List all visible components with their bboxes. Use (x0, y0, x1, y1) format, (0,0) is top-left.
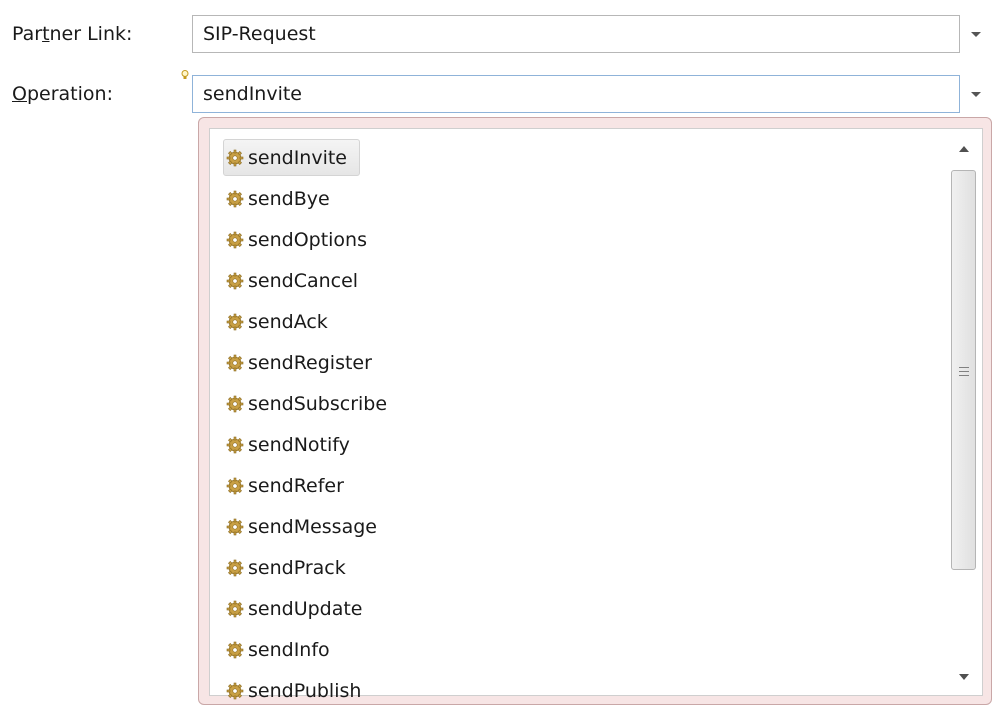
list-item-label: sendOptions (248, 228, 368, 251)
operation-list: sendInvite sendBye sendOptions sendCancel se… (219, 137, 939, 711)
partner-link-combo[interactable]: SIP-Request (192, 15, 960, 53)
list-item[interactable]: sendOptions (219, 219, 939, 260)
list-item-label: sendInfo (248, 638, 330, 661)
list-item-content: sendUpdate (223, 590, 364, 627)
gear-icon (226, 518, 244, 535)
list-item-label: sendMessage (248, 515, 377, 538)
gear-icon (226, 149, 244, 166)
operation-dropdown-popup: sendInvite sendBye sendOptions sendCancel se… (198, 117, 992, 705)
gear-icon (226, 395, 244, 412)
list-item-content: sendOptions (223, 221, 368, 258)
list-item[interactable]: sendPrack (219, 547, 939, 588)
list-item-label: sendRefer (248, 474, 344, 497)
list-item-content: sendPrack (223, 549, 347, 586)
list-item-label: sendInvite (248, 146, 347, 169)
list-item[interactable]: sendUpdate (219, 588, 939, 629)
gear-icon (226, 231, 244, 248)
scroll-down-button[interactable] (946, 661, 982, 693)
list-item-label: sendUpdate (248, 597, 363, 620)
list-item-content: sendBye (223, 180, 331, 217)
arrow-down-icon (959, 674, 969, 680)
operation-value: sendInvite (203, 83, 302, 105)
gear-icon (226, 190, 244, 207)
gear-icon (226, 559, 244, 576)
list-item-content: sendRegister (223, 344, 373, 381)
gear-icon (226, 682, 244, 699)
list-item-label: sendCancel (248, 269, 359, 292)
list-item-content: sendNotify (223, 426, 351, 463)
operation-list-box: sendInvite sendBye sendOptions sendCancel se… (209, 128, 983, 702)
list-item-content: sendInvite (223, 139, 360, 176)
operation-combo[interactable]: sendInvite (192, 75, 960, 113)
grip-icon (959, 367, 969, 379)
list-item[interactable]: sendSubscribe (219, 383, 939, 424)
list-item-content: sendInfo (223, 631, 331, 668)
partner-link-value: SIP-Request (203, 23, 316, 45)
gear-icon (226, 641, 244, 658)
list-item[interactable]: sendInfo (219, 629, 939, 670)
list-item-label: sendRegister (248, 351, 372, 374)
list-item[interactable]: sendRegister (219, 342, 939, 383)
list-item[interactable]: sendAck (219, 301, 939, 342)
partner-link-mnemonic: t (42, 23, 50, 45)
vertical-scrollbar[interactable] (946, 129, 982, 695)
arrow-up-icon (959, 146, 969, 152)
list-item-label: sendNotify (248, 433, 350, 456)
operation-label: Operation: (12, 82, 113, 106)
list-item-label: sendAck (248, 310, 328, 333)
list-item-content: sendAck (223, 303, 329, 340)
partner-link-label: Partner Link: (12, 22, 132, 46)
gear-icon (226, 313, 244, 330)
gear-icon (226, 436, 244, 453)
lightbulb-icon (181, 70, 189, 79)
chevron-down-icon (971, 91, 981, 97)
list-item-label: sendPublish (248, 679, 362, 702)
list-item-content: sendCancel (223, 262, 359, 299)
list-item-label: sendBye (248, 187, 330, 210)
list-item[interactable]: sendCancel (219, 260, 939, 301)
list-item-content: sendSubscribe (223, 385, 388, 422)
list-item-content: sendMessage (223, 508, 378, 545)
list-item[interactable]: sendMessage (219, 506, 939, 547)
gear-icon (226, 477, 244, 494)
operation-label-text-rest: peration: (26, 83, 113, 105)
list-item-label: sendPrack (248, 556, 346, 579)
list-item-content: sendRefer (223, 467, 345, 504)
chevron-down-icon (971, 31, 981, 37)
list-item[interactable]: sendBye (219, 178, 939, 219)
list-item[interactable]: sendNotify (219, 424, 939, 465)
list-item-label: sendSubscribe (248, 392, 388, 415)
operation-mnemonic: O (12, 83, 27, 105)
partner-link-label-text: Par (12, 23, 43, 45)
list-item[interactable]: sendInvite (219, 137, 939, 178)
list-item[interactable]: sendPublish (219, 670, 939, 711)
gear-icon (226, 600, 244, 617)
list-item-content: sendPublish (223, 672, 362, 709)
gear-icon (226, 272, 244, 289)
operation-dropdown-button[interactable] (964, 75, 988, 113)
scrollbar-thumb[interactable] (951, 170, 976, 570)
partner-link-dropdown-button[interactable] (964, 15, 988, 53)
partner-link-label-text-rest: ner Link: (49, 23, 133, 45)
list-item[interactable]: sendRefer (219, 465, 939, 506)
scroll-up-button[interactable] (946, 133, 982, 165)
gear-icon (226, 354, 244, 371)
